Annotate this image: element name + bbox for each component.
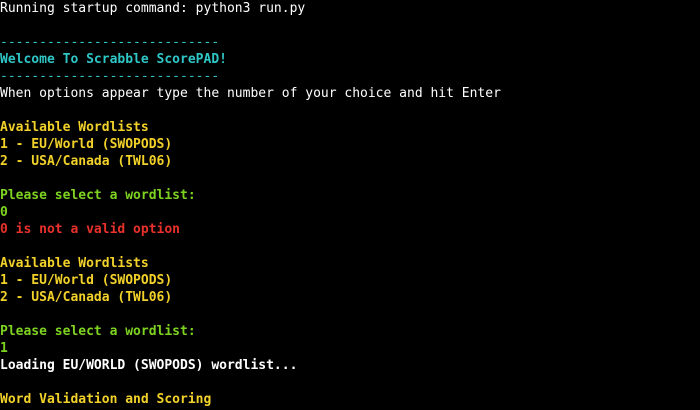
wordlist-option-2: 2 - USA/Canada (TWL06) <box>0 290 173 305</box>
error-message: 0 is not a valid option <box>0 222 181 237</box>
user-input-echo: 0 <box>0 205 8 220</box>
wordlist-option-1: 1 - EU/World (SWOPODS) <box>0 137 173 152</box>
startup-command-line: Running startup command: python3 run.py <box>0 1 306 16</box>
welcome-banner: Welcome To Scrabble ScorePAD! <box>0 52 227 67</box>
user-input-echo: 1 <box>0 341 8 356</box>
instructions-line: When options appear type the number of y… <box>0 86 501 101</box>
wordlist-option-2: 2 - USA/Canada (TWL06) <box>0 154 173 169</box>
select-prompt: Please select a wordlist: <box>0 324 196 339</box>
banner-divider-top: ---------------------------- <box>0 35 220 50</box>
wordlists-heading: Available Wordlists <box>0 120 149 135</box>
section-heading: Word Validation and Scoring <box>0 392 212 407</box>
terminal-window[interactable]: Running startup command: python3 run.py … <box>0 0 700 410</box>
wordlist-option-1: 1 - EU/World (SWOPODS) <box>0 273 173 288</box>
loading-message: Loading EU/WORLD (SWOPODS) wordlist... <box>0 358 298 373</box>
wordlists-heading: Available Wordlists <box>0 256 149 271</box>
select-prompt: Please select a wordlist: <box>0 188 196 203</box>
banner-divider-bottom: ---------------------------- <box>0 69 220 84</box>
